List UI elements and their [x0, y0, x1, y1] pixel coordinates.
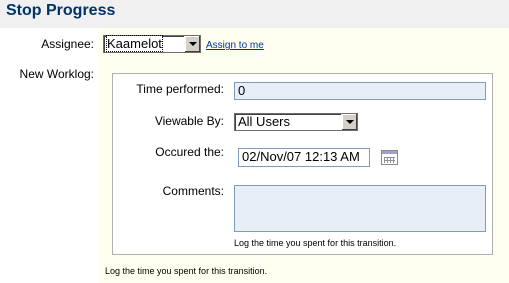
occured-date-input[interactable]: 02/Nov/07 12:13 AM: [238, 148, 370, 167]
assign-to-me-link[interactable]: Assign to me: [206, 40, 264, 51]
comments-label: Comments:: [162, 184, 224, 198]
assignee-label: Assignee:: [41, 37, 94, 51]
assignee-select[interactable]: Kaamelot: [103, 35, 201, 53]
dialog-header: Stop Progress: [0, 0, 509, 28]
time-performed-input[interactable]: 0: [234, 82, 486, 100]
calendar-icon[interactable]: [381, 150, 398, 165]
occured-label: Occured the:: [155, 145, 224, 159]
viewable-by-label: Viewable By:: [154, 114, 224, 128]
footer-help-text: Log the time you spent for this transiti…: [105, 266, 268, 276]
page-title: Stop Progress: [6, 2, 116, 19]
worklog-help-text: Log the time you spent for this transiti…: [234, 238, 397, 248]
viewable-by-selected-value: All Users: [238, 114, 291, 129]
new-worklog-label: New Worklog:: [19, 67, 94, 81]
comments-textarea[interactable]: [234, 185, 486, 232]
time-performed-label: Time performed:: [136, 82, 224, 96]
chevron-down-icon[interactable]: [184, 36, 200, 52]
viewable-by-select[interactable]: All Users: [234, 113, 358, 131]
assignee-selected-value: Kaamelot: [106, 35, 163, 52]
chevron-down-icon[interactable]: [341, 114, 357, 130]
